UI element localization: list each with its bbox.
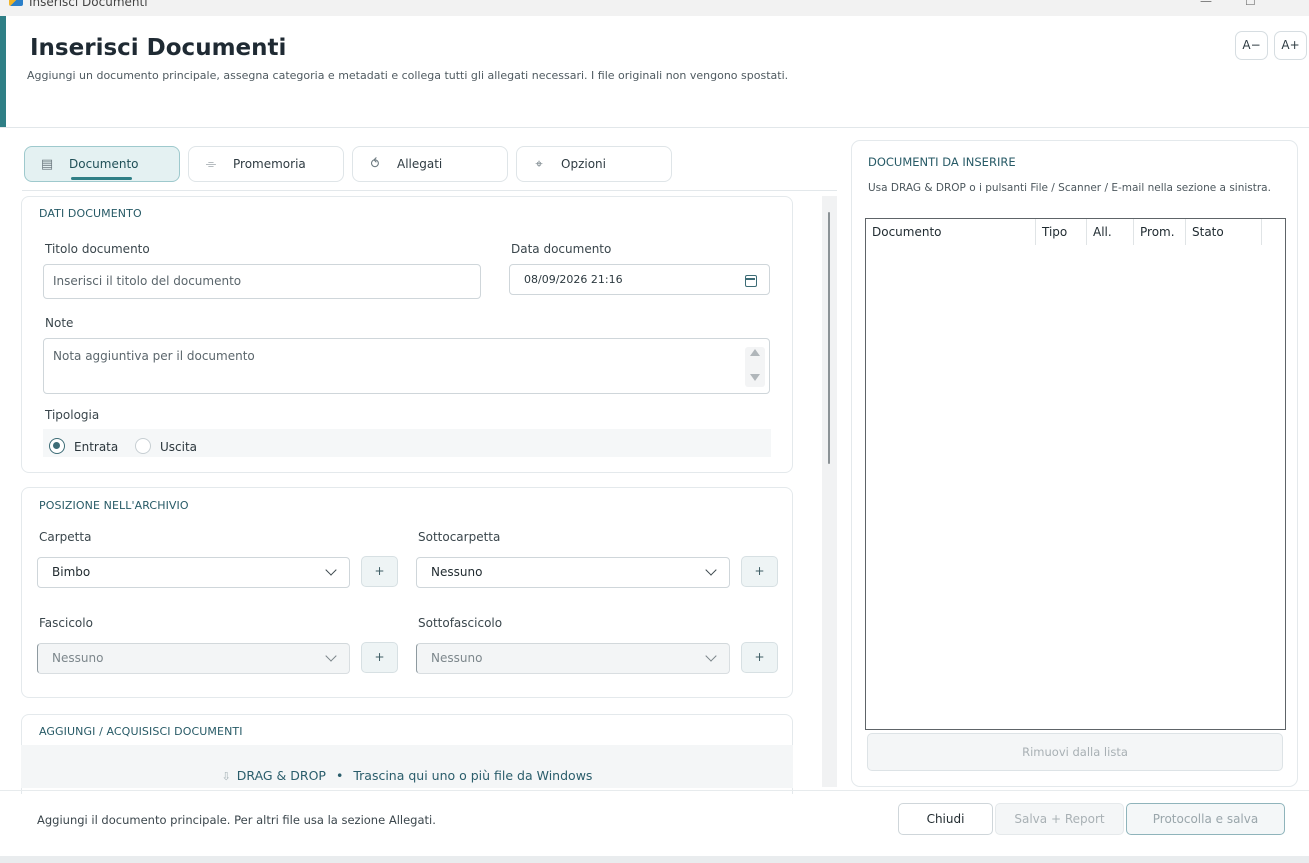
add-sottocarpetta-button[interactable]: + — [741, 556, 778, 587]
add-carpetta-button[interactable]: + — [361, 556, 398, 587]
tab-opzioni[interactable]: ⌖ Opzioni — [516, 146, 672, 182]
sottocarpetta-value: Nessuno — [431, 565, 483, 579]
drag-drop-hint: Trascina qui uno o più file da Windows — [353, 768, 593, 783]
window-title: Inserisci Documenti — [29, 0, 148, 9]
scroll-up-icon[interactable] — [750, 349, 760, 356]
fascicolo-value: Nessuno — [52, 651, 104, 665]
sottofascicolo-value: Nessuno — [431, 651, 483, 665]
close-button[interactable]: Chiudi — [898, 803, 993, 835]
remove-from-list-button[interactable]: Rimuovi dalla lista — [867, 733, 1283, 771]
carpetta-select[interactable]: Bimbo — [37, 557, 350, 588]
posizione-title: POSIZIONE NELL'ARCHIVIO — [39, 499, 189, 512]
carpetta-label: Carpetta — [39, 530, 92, 544]
page-title: Inserisci Documenti — [30, 35, 287, 61]
sottofascicolo-select[interactable]: Nessuno — [416, 643, 730, 674]
window-bottom-edge — [0, 856, 1309, 863]
tab-allegati[interactable]: ⥀ Allegati — [352, 146, 508, 182]
header-accent-bar — [0, 16, 6, 127]
documenti-da-inserire-title: DOCUMENTI DA INSERIRE — [868, 155, 1016, 169]
attachment-icon: ⥀ — [370, 156, 380, 172]
documenti-table[interactable]: Documento Tipo All. Prom. Stato — [865, 218, 1286, 730]
app-icon — [9, 0, 23, 6]
window-titlebar: Inserisci Documenti — ☐ — [0, 0, 1309, 16]
protocol-save-button[interactable]: Protocolla e salva — [1126, 803, 1285, 835]
column-header-prom[interactable]: Prom. — [1134, 219, 1186, 245]
status-text: Aggiungi il documento principale. Per al… — [37, 813, 436, 827]
tipologia-radio-group: Entrata Uscita — [43, 429, 771, 457]
data-documento-input[interactable]: 08/09/2026 21:16 — [509, 264, 770, 295]
separator-dot: • — [335, 768, 344, 783]
save-report-button[interactable]: Salva + Report — [995, 803, 1124, 835]
tab-documento[interactable]: ▤ Documento — [24, 146, 180, 182]
tipologia-label: Tipologia — [45, 408, 100, 422]
maximize-button[interactable]: ☐ — [1245, 0, 1256, 8]
tab-label: Opzioni — [561, 157, 606, 171]
add-sottofascicolo-button[interactable]: + — [741, 642, 778, 673]
radio-entrata[interactable] — [49, 438, 65, 454]
drop-zone-text: ⇩ DRAG & DROP • Trascina qui uno o più file… — [21, 768, 793, 783]
drop-zone[interactable]: ⇩ DRAG & DROP • Trascina qui uno o più file… — [21, 745, 793, 788]
header-divider — [0, 127, 1309, 128]
sottocarpetta-select[interactable]: Nessuno — [416, 557, 730, 588]
active-tab-indicator — [71, 177, 132, 180]
titolo-label: Titolo documento — [45, 242, 150, 256]
column-header-all[interactable]: All. — [1087, 219, 1134, 245]
dati-documento-title: DATI DOCUMENTO — [39, 207, 142, 220]
document-icon: ▤ — [40, 156, 54, 172]
fascicolo-label: Fascicolo — [39, 616, 93, 630]
font-increase-button[interactable]: A+ — [1274, 31, 1307, 60]
tabs-divider — [22, 190, 837, 191]
column-header-tipo[interactable]: Tipo — [1036, 219, 1087, 245]
data-label: Data documento — [511, 242, 612, 256]
column-header-documento[interactable]: Documento — [866, 219, 1036, 245]
download-arrow-icon: ⇩ — [221, 770, 231, 783]
drag-drop-title: DRAG & DROP — [236, 768, 326, 783]
font-decrease-button[interactable]: A− — [1235, 31, 1268, 60]
fascicolo-select[interactable]: Nessuno — [37, 643, 350, 674]
note-placeholder: Nota aggiuntiva per il documento — [53, 349, 255, 363]
scrollbar-thumb[interactable] — [828, 212, 830, 464]
page-subtitle: Aggiungi un documento principale, assegn… — [27, 69, 789, 82]
reminder-icon: ⌯ — [205, 156, 217, 172]
table-header: Documento Tipo All. Prom. Stato — [866, 219, 1285, 245]
data-value: 08/09/2026 21:16 — [524, 273, 623, 286]
note-label: Note — [45, 316, 74, 330]
tab-label: Allegati — [397, 157, 443, 171]
sottocarpetta-label: Sottocarpetta — [418, 530, 501, 544]
titolo-input[interactable]: Inserisci il titolo del documento — [43, 264, 481, 299]
calendar-icon[interactable] — [745, 275, 757, 287]
chevron-down-icon — [705, 650, 717, 662]
radio-uscita[interactable] — [135, 438, 151, 454]
scroll-down-icon[interactable] — [750, 374, 760, 381]
minimize-button[interactable]: — — [1200, 0, 1212, 8]
radio-uscita-label[interactable]: Uscita — [160, 440, 197, 454]
column-header-stato[interactable]: Stato — [1186, 219, 1262, 245]
sottofascicolo-label: Sottofascicolo — [418, 616, 503, 630]
footer-divider — [0, 790, 1309, 791]
options-icon: ⌖ — [535, 156, 543, 172]
add-fascicolo-button[interactable]: + — [361, 642, 398, 673]
note-textarea[interactable]: Nota aggiuntiva per il documento — [43, 338, 770, 394]
documenti-da-inserire-subtitle: Usa DRAG & DROP o i pulsanti File / Scan… — [868, 182, 1271, 194]
tab-label: Promemoria — [233, 157, 306, 171]
carpetta-value: Bimbo — [52, 565, 91, 579]
radio-entrata-label[interactable]: Entrata — [74, 440, 118, 454]
left-panel-scrollbar[interactable] — [822, 196, 837, 787]
acquisisci-title: AGGIUNGI / ACQUISISCI DOCUMENTI — [39, 725, 243, 738]
tab-label: Documento — [69, 157, 139, 171]
chevron-down-icon — [325, 650, 337, 662]
tab-promemoria[interactable]: ⌯ Promemoria — [188, 146, 344, 182]
chevron-down-icon — [325, 564, 337, 576]
chevron-down-icon — [705, 564, 717, 576]
